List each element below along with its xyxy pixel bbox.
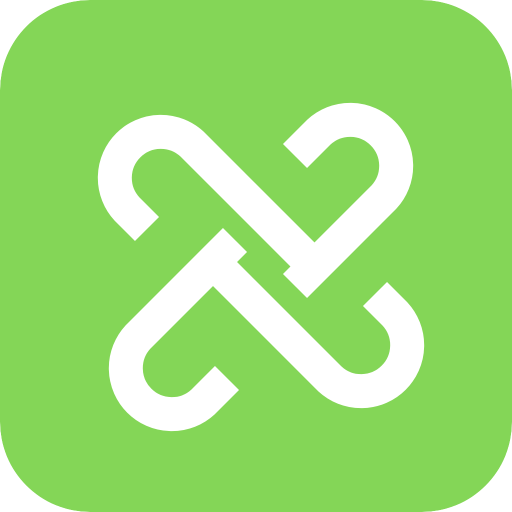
interlaced-knot-icon <box>0 0 512 512</box>
app-icon[interactable] <box>0 0 512 512</box>
icon-background <box>0 0 512 512</box>
